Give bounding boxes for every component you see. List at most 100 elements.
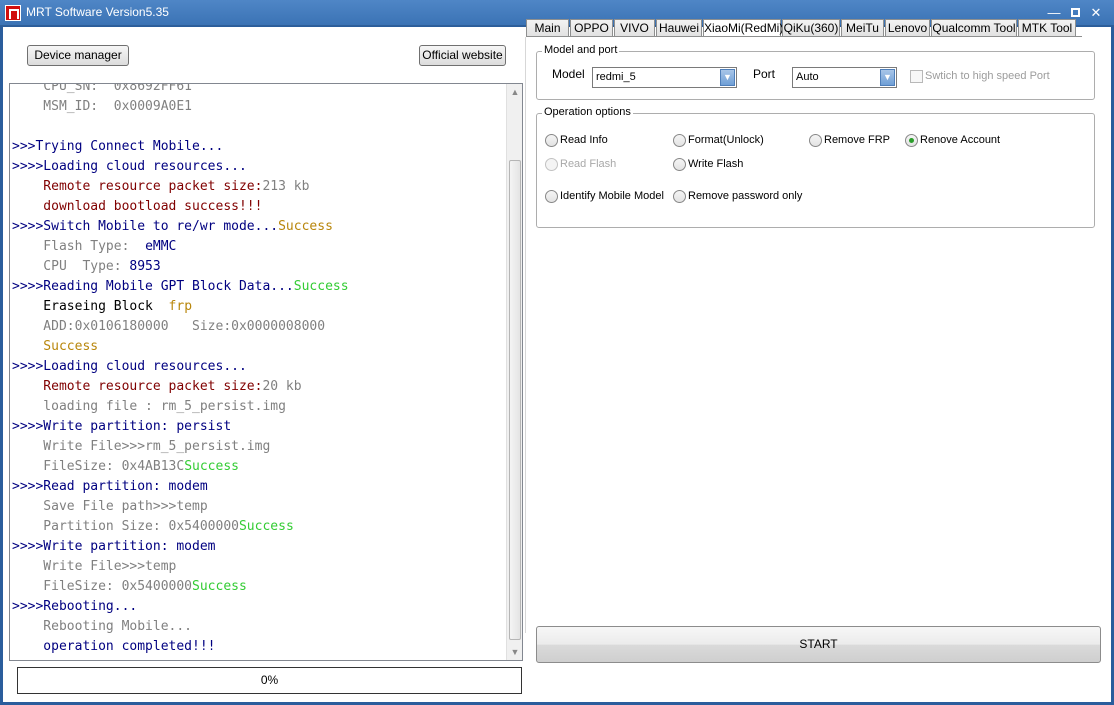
log-segment: Write File>>>rm_5_persist.img <box>12 439 271 454</box>
official-website-button[interactable]: Official website <box>419 45 506 66</box>
log-segment: Flash Type: <box>12 239 146 254</box>
log-line: >>>>Loading cloud resources... <box>12 157 506 177</box>
log-line: Remote resource packet size:213 kb <box>12 177 506 197</box>
log-line: ADD:0x0106180000 Size:0x0000008000 <box>12 317 506 337</box>
tab-hauwei[interactable]: Hauwei <box>656 19 702 37</box>
log-segment: >>>>Rebooting... <box>12 599 138 614</box>
tab-divider <box>526 36 1082 37</box>
scroll-down-icon[interactable]: ▼ <box>507 644 522 660</box>
log-line: download bootload success!!! <box>12 197 506 217</box>
high-speed-port-checkbox[interactable] <box>910 70 923 83</box>
log-segment: Success <box>192 579 247 594</box>
log-scrollbar[interactable]: ▲ ▼ <box>506 84 522 660</box>
log-line: >>>>Loading cloud resources... <box>12 357 506 377</box>
log-line: CPU Type: 8953 <box>12 257 506 277</box>
log-segment: Success <box>12 339 99 354</box>
log-segment: eMMC <box>145 239 177 254</box>
radio-label[interactable]: Read Info <box>560 134 608 146</box>
log-line: >>>>Rebooting... <box>12 597 506 617</box>
log-segment: Partition Size: 0x5400000 <box>12 519 239 534</box>
operation-options-legend: Operation options <box>542 106 633 118</box>
tab-qiku-360[interactable]: QiKu(360) <box>782 19 840 37</box>
radio-format-unlock[interactable] <box>673 134 686 147</box>
log-line: FileSize: 0x5400000Success <box>12 577 506 597</box>
port-select[interactable]: Auto ▼ <box>792 67 897 88</box>
brand-tabs: Main OPPO VIVO Hauwei XiaoMi(RedMi) QiKu(360)… <box>526 19 1086 37</box>
radio-remove-password-only[interactable] <box>673 190 686 203</box>
log-segment: Remote resource packet size: <box>12 179 263 194</box>
radio-read-info[interactable] <box>545 134 558 147</box>
radio-read-flash <box>545 158 558 171</box>
close-icon[interactable]: ✕ <box>1087 4 1105 22</box>
log-segment: MSM_ID: 0x0009A0E1 <box>12 99 193 114</box>
radio-label[interactable]: Renove Account <box>920 134 1000 146</box>
high-speed-port-label: Swtich to high speed Port <box>925 70 1050 82</box>
start-button[interactable]: START <box>536 626 1101 663</box>
radio-label: Read Flash <box>560 158 617 170</box>
log-output[interactable]: CPU_SN: 0x8692FF61 MSM_ID: 0x0009A0E1 >>>… <box>9 83 523 661</box>
log-segment: 213 kb <box>262 179 310 194</box>
device-manager-button[interactable]: Device manager <box>27 45 129 66</box>
log-line: loading file : rm_5_persist.img <box>12 397 506 417</box>
log-line: CPU_SN: 0x8692FF61 <box>12 84 506 97</box>
log-line: Write File>>>temp <box>12 557 506 577</box>
tab-mtk-tool[interactable]: MTK Tool <box>1018 19 1076 37</box>
radio-remove-frp[interactable] <box>809 134 822 147</box>
log-segment: >>>>Loading cloud resources... <box>12 359 247 374</box>
scroll-thumb[interactable] <box>509 160 521 640</box>
log-line: Partition Size: 0x5400000Success <box>12 517 506 537</box>
log-segment: >>>>Reading Mobile GPT Block Data... <box>12 279 294 294</box>
model-label: Model <box>552 67 585 81</box>
log-segment: >>>>Read partition: modem <box>12 479 208 494</box>
log-line: Success <box>12 337 506 357</box>
progress-bar: 0% <box>17 667 522 694</box>
log-segment: FileSize: 0x4AB13C <box>12 459 185 474</box>
tab-meitu[interactable]: MeiTu <box>841 19 884 37</box>
chevron-down-icon[interactable]: ▼ <box>720 69 735 86</box>
radio-identify-mobile-model[interactable] <box>545 190 558 203</box>
log-segment: >>>>Switch Mobile to re/wr mode... <box>12 219 279 234</box>
log-segment: Write File>>>temp <box>12 559 177 574</box>
log-segment: FileSize: 0x5400000 <box>12 579 193 594</box>
log-line: >>>Trying Connect Mobile... <box>12 137 506 157</box>
radio-label[interactable]: Identify Mobile Model <box>560 190 664 202</box>
log-line: operation completed!!! <box>12 637 506 657</box>
radio-write-flash[interactable] <box>673 158 686 171</box>
log-line: Rebooting Mobile... <box>12 617 506 637</box>
tab-qualcomm-tool[interactable]: Qualcomm Tool <box>931 19 1017 37</box>
radio-label[interactable]: Remove FRP <box>824 134 890 146</box>
window-title: MRT Software Version5.35 <box>26 5 169 19</box>
log-lines: CPU_SN: 0x8692FF61 MSM_ID: 0x0009A0E1 >>>… <box>12 84 506 657</box>
log-segment: Success <box>238 519 294 534</box>
model-select[interactable]: redmi_5 ▼ <box>592 67 737 88</box>
log-segment: 8953 <box>129 259 161 274</box>
log-segment: frp <box>168 299 193 314</box>
log-segment: Eraseing Block <box>12 299 169 314</box>
log-segment: Rebooting Mobile... <box>12 619 193 634</box>
tab-lenovo[interactable]: Lenovo <box>885 19 930 37</box>
radio-label[interactable]: Write Flash <box>688 158 743 170</box>
log-segment: Success <box>293 279 349 294</box>
log-segment: Remote resource packet size: <box>12 379 263 394</box>
log-line: Write File>>>rm_5_persist.img <box>12 437 506 457</box>
model-port-legend: Model and port <box>542 44 620 56</box>
tab-oppo[interactable]: OPPO <box>570 19 613 37</box>
radio-renove-account[interactable] <box>905 134 918 147</box>
operation-options-group: Operation options <box>536 106 1095 228</box>
log-line: >>>>Read partition: modem <box>12 477 506 497</box>
app-logo-icon <box>5 5 21 21</box>
log-segment: 20 kb <box>262 379 302 394</box>
tab-xiaomi-redmi[interactable]: XiaoMi(RedMi) <box>703 19 783 37</box>
scroll-up-icon[interactable]: ▲ <box>507 84 522 100</box>
tab-vivo[interactable]: VIVO <box>614 19 655 37</box>
log-segment: loading file : rm_5_persist.img <box>12 399 286 414</box>
tab-main[interactable]: Main <box>526 19 569 37</box>
progress-label: 0% <box>260 673 279 687</box>
chevron-down-icon[interactable]: ▼ <box>880 69 895 86</box>
log-segment: download bootload success!!! <box>12 199 263 214</box>
log-segment: >>>>Write partition: persist <box>12 419 232 434</box>
radio-label[interactable]: Format(Unlock) <box>688 134 764 146</box>
log-line: Flash Type: eMMC <box>12 237 506 257</box>
radio-label[interactable]: Remove password only <box>688 190 802 202</box>
